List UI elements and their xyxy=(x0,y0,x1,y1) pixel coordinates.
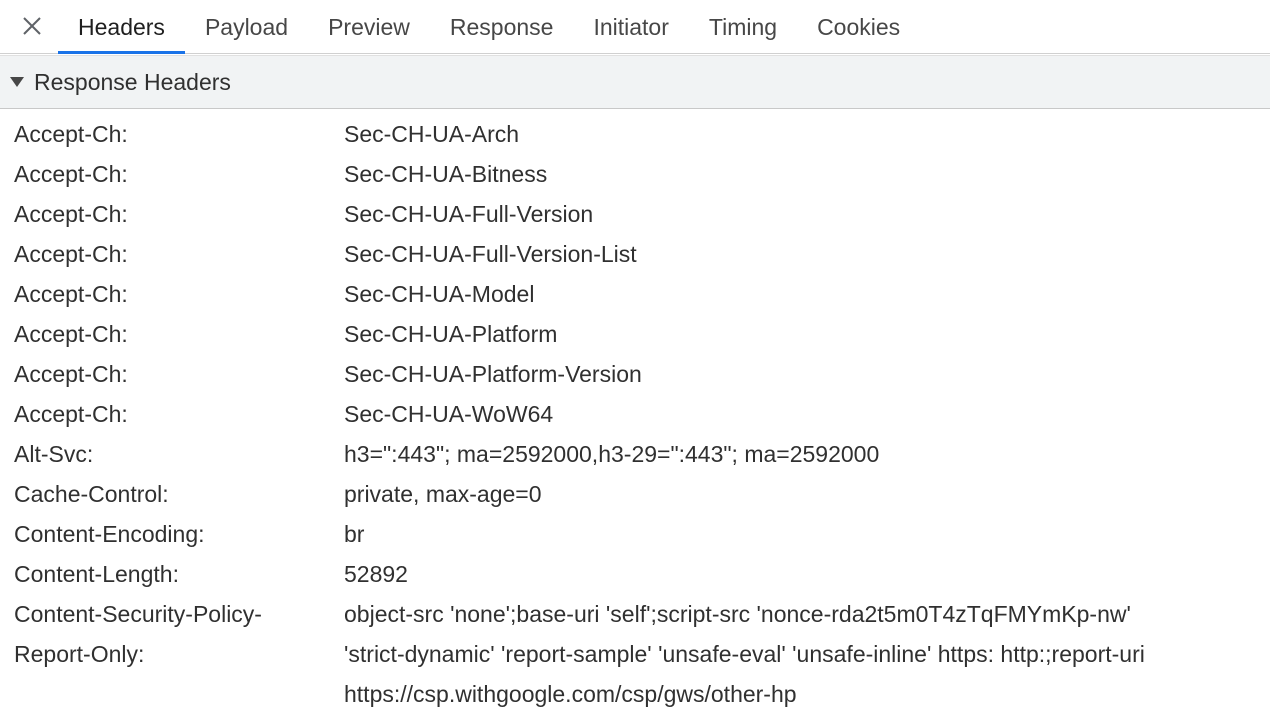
header-row: Accept-Ch: Sec-CH-UA-Full-Version xyxy=(0,194,1270,234)
tab-timing[interactable]: Timing xyxy=(689,0,797,54)
tab-payload[interactable]: Payload xyxy=(185,0,308,54)
header-value: Sec-CH-UA-Full-Version xyxy=(344,201,594,227)
header-value: br xyxy=(344,521,365,547)
header-row: Alt-Svc: h3=":443"; ma=2592000,h3-29=":44… xyxy=(0,434,1270,474)
header-value: Sec-CH-UA-Arch xyxy=(344,121,520,147)
header-value: Sec-CH-UA-Full-Version-List xyxy=(344,241,637,267)
header-row: Accept-Ch: Sec-CH-UA-Arch xyxy=(0,114,1270,154)
tab-response[interactable]: Response xyxy=(430,0,574,54)
header-row: Content-Encoding: br xyxy=(0,514,1270,554)
tab-headers[interactable]: Headers xyxy=(58,0,185,54)
header-value: Sec-CH-UA-Platform xyxy=(344,321,558,347)
header-value: Sec-CH-UA-WoW64 xyxy=(344,401,554,427)
header-value: Sec-CH-UA-Platform-Version xyxy=(344,361,642,387)
header-name: Content-Encoding: xyxy=(14,521,205,547)
tab-cookies[interactable]: Cookies xyxy=(797,0,920,54)
header-name: Accept-Ch: xyxy=(14,321,128,347)
close-icon xyxy=(23,17,41,35)
header-value: object-src 'none';base-uri 'self';script… xyxy=(344,601,1131,627)
header-value: https://csp.withgoogle.com/csp/gws/other… xyxy=(344,681,797,707)
header-row: Accept-Ch: Sec-CH-UA-WoW64 xyxy=(0,394,1270,434)
tab-list: Headers Payload Preview Response Initiat… xyxy=(58,0,920,54)
header-row: Accept-Ch: Sec-CH-UA-Full-Version-List xyxy=(0,234,1270,274)
header-name: Accept-Ch: xyxy=(14,401,128,427)
header-row: Accept-Ch: Sec-CH-UA-Model xyxy=(0,274,1270,314)
header-name: Report-Only: xyxy=(14,641,145,667)
close-button[interactable] xyxy=(16,12,48,40)
header-name: Accept-Ch: xyxy=(14,161,128,187)
header-value: h3=":443"; ma=2592000,h3-29=":443"; ma=2… xyxy=(344,441,880,467)
headers-list: Accept-Ch: Sec-CH-UA-Arch Accept-Ch: Sec-CH… xyxy=(0,114,1270,714)
header-name xyxy=(0,674,344,714)
section-title: Response Headers xyxy=(34,68,231,95)
header-name: Accept-Ch: xyxy=(14,201,128,227)
header-row: Accept-Ch: Sec-CH-UA-Bitness xyxy=(0,154,1270,194)
header-row: Cache-Control: private, max-age=0 xyxy=(0,474,1270,514)
header-name: Cache-Control: xyxy=(14,481,169,507)
tab-initiator[interactable]: Initiator xyxy=(573,0,688,54)
header-value: 52892 xyxy=(344,561,408,587)
header-name: Content-Length: xyxy=(14,561,179,587)
header-name: Accept-Ch: xyxy=(14,241,128,267)
header-row: Content-Length: 52892 xyxy=(0,554,1270,594)
header-row: Accept-Ch: Sec-CH-UA-Platform xyxy=(0,314,1270,354)
triangle-down-icon xyxy=(10,77,24,87)
header-name: Accept-Ch: xyxy=(14,361,128,387)
header-name: Accept-Ch: xyxy=(14,281,128,307)
header-name: Alt-Svc: xyxy=(14,441,94,467)
header-name: Content-Security-Policy- xyxy=(14,601,262,627)
header-value: Sec-CH-UA-Bitness xyxy=(344,161,548,187)
header-value: private, max-age=0 xyxy=(344,481,542,507)
response-headers-section-toggle[interactable]: Response Headers xyxy=(0,55,1270,109)
header-row: Accept-Ch: Sec-CH-UA-Platform-Version xyxy=(0,354,1270,394)
header-row: Report-Only: 'strict-dynamic' 'report-sam… xyxy=(0,634,1270,674)
tab-preview[interactable]: Preview xyxy=(308,0,430,54)
header-row: Content-Security-Policy-object-src 'none… xyxy=(0,594,1270,634)
header-row: https://csp.withgoogle.com/csp/gws/other… xyxy=(0,674,1270,714)
tab-bar: Headers Payload Preview Response Initiat… xyxy=(0,0,1270,54)
header-value: 'strict-dynamic' 'report-sample' 'unsafe… xyxy=(344,641,1145,667)
header-value: Sec-CH-UA-Model xyxy=(344,281,535,307)
header-name: Accept-Ch: xyxy=(14,121,128,147)
